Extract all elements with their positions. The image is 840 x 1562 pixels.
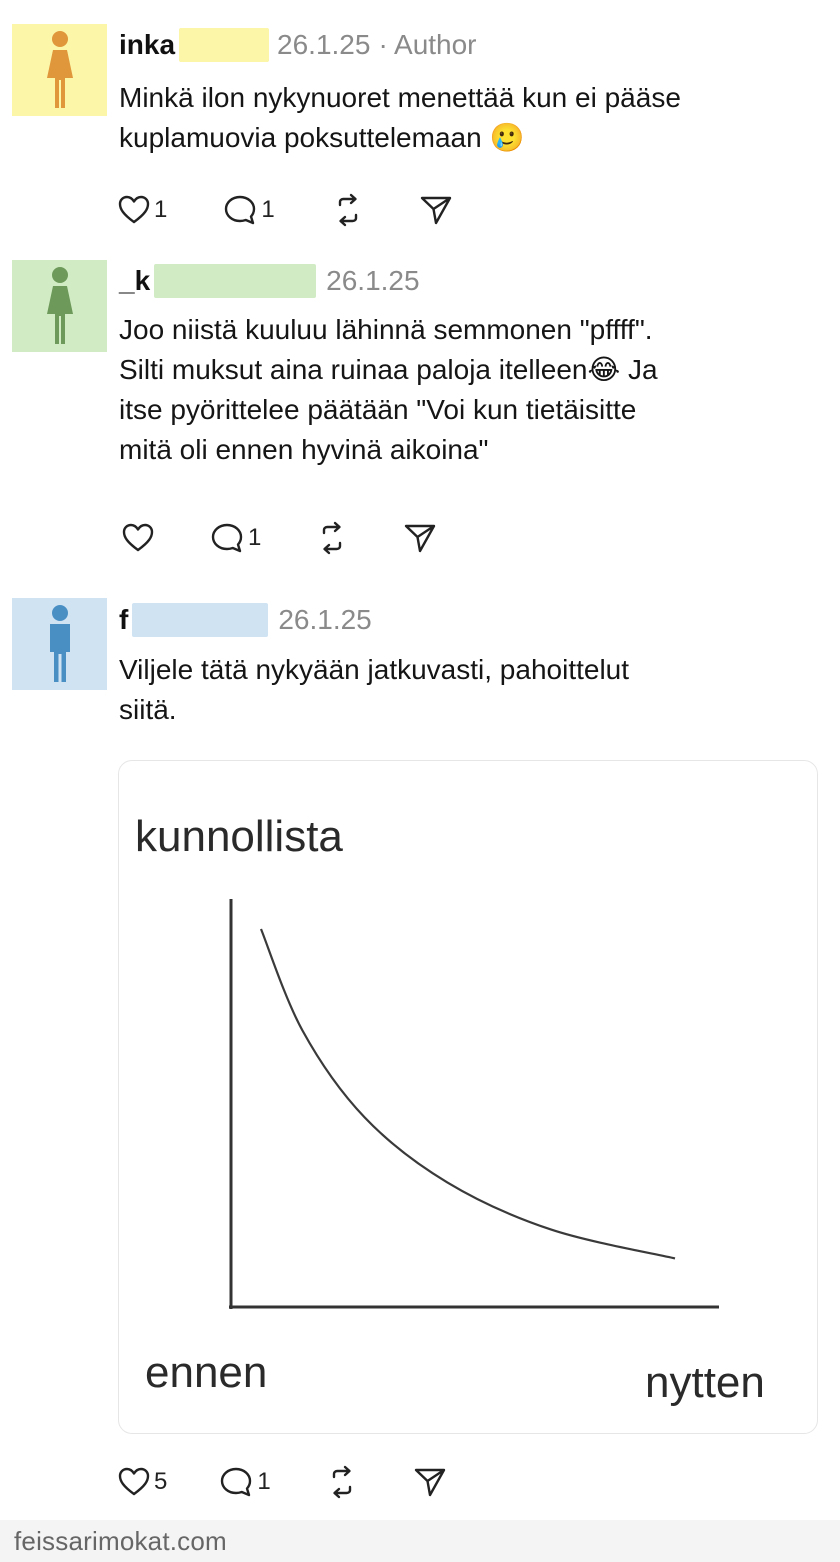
repost-icon (323, 521, 342, 555)
avatar[interactable] (12, 260, 107, 352)
comment-icon (211, 523, 243, 553)
post-date: 26.1.25 (277, 29, 371, 60)
share-button[interactable] (419, 194, 453, 226)
post-text: Minkä ilon nykynuoret menettää kun ei pä… (119, 78, 809, 158)
post-actions: 1 (118, 520, 437, 556)
author-tag: · Author (378, 29, 477, 60)
text-line: mitä oli ennen hyvinä aikoina" (119, 434, 489, 465)
send-icon (414, 1468, 445, 1497)
reply-count: 1 (248, 524, 262, 551)
chart-title: kunnollista (135, 812, 343, 861)
watermark-text: feissarimokat.com (14, 1526, 227, 1556)
repost-button[interactable] (331, 193, 365, 227)
username[interactable]: _k (119, 265, 150, 297)
reply-count: 1 (261, 196, 275, 223)
heart-icon (118, 1467, 150, 1496)
man-icon (49, 605, 70, 682)
attached-image[interactable]: kunnollista ennen nytten (118, 760, 818, 1434)
reply-button[interactable]: 1 (210, 522, 261, 554)
like-count: 1 (154, 196, 168, 223)
x-label-right: nytten (645, 1358, 765, 1407)
text-line: siitä. (119, 694, 177, 725)
comment-icon (221, 1467, 252, 1497)
redaction-box (179, 28, 270, 62)
post-header: f 26.1.25 (119, 603, 372, 637)
like-button[interactable]: 1 (118, 195, 167, 225)
like-button[interactable]: 5 (118, 1467, 167, 1497)
repost-icon (338, 193, 357, 227)
post-date: 26.1.25 (326, 265, 420, 296)
post-text: Viljele tätä nykyään jatkuvasti, pahoitt… (119, 650, 809, 730)
reply-count: 1 (257, 1468, 271, 1495)
post-header: inka 26.1.25 · Author (119, 28, 477, 62)
post-actions: 5 1 (118, 1464, 447, 1500)
repost-button[interactable] (315, 521, 349, 555)
decline-chart: kunnollista ennen nytten (135, 812, 765, 1407)
share-button[interactable] (403, 522, 437, 554)
text-line: itse pyörittelee päätään "Voi kun tietäi… (119, 394, 637, 425)
post-text: Joo niistä kuuluu lähinnä semmonen "pfff… (119, 310, 809, 470)
heart-icon (118, 195, 150, 224)
repost-button[interactable] (325, 1465, 359, 1499)
text-line: Minkä ilon nykynuoret menettää kun ei pä… (119, 82, 681, 113)
reply-button[interactable]: 1 (219, 1466, 271, 1498)
series-line (259, 928, 676, 1260)
woman-icon (46, 31, 73, 108)
x-label-left: ennen (145, 1348, 267, 1397)
send-icon (405, 524, 436, 553)
repost-icon (332, 1465, 351, 1499)
woman-icon (46, 267, 73, 344)
text-line: kuplamuovia poksuttelemaan 🥲 (119, 122, 525, 153)
username[interactable]: inka (119, 29, 175, 61)
watermark-bar: feissarimokat.com (0, 1520, 840, 1562)
send-icon (420, 196, 451, 225)
post-actions: 1 1 (118, 192, 453, 228)
reply-button[interactable]: 1 (223, 194, 275, 226)
text-line: Viljele tätä nykyään jatkuvasti, pahoitt… (119, 654, 630, 685)
redaction-box (132, 603, 269, 637)
avatar[interactable] (12, 598, 107, 690)
comment-icon (225, 195, 256, 225)
text-line: Joo niistä kuuluu lähinnä semmonen "pfff… (119, 314, 653, 345)
username[interactable]: f (119, 604, 128, 636)
text-line: Silti muksut aina ruinaa paloja itelleen… (119, 354, 658, 385)
like-count: 5 (154, 1468, 168, 1495)
share-button[interactable] (413, 1466, 447, 1498)
like-button[interactable] (118, 523, 158, 553)
post-date: 26.1.25 (278, 604, 372, 635)
redaction-box (154, 264, 317, 298)
avatar[interactable] (12, 24, 107, 116)
heart-icon (122, 523, 154, 552)
post-header: _k 26.1.25 (119, 264, 420, 298)
